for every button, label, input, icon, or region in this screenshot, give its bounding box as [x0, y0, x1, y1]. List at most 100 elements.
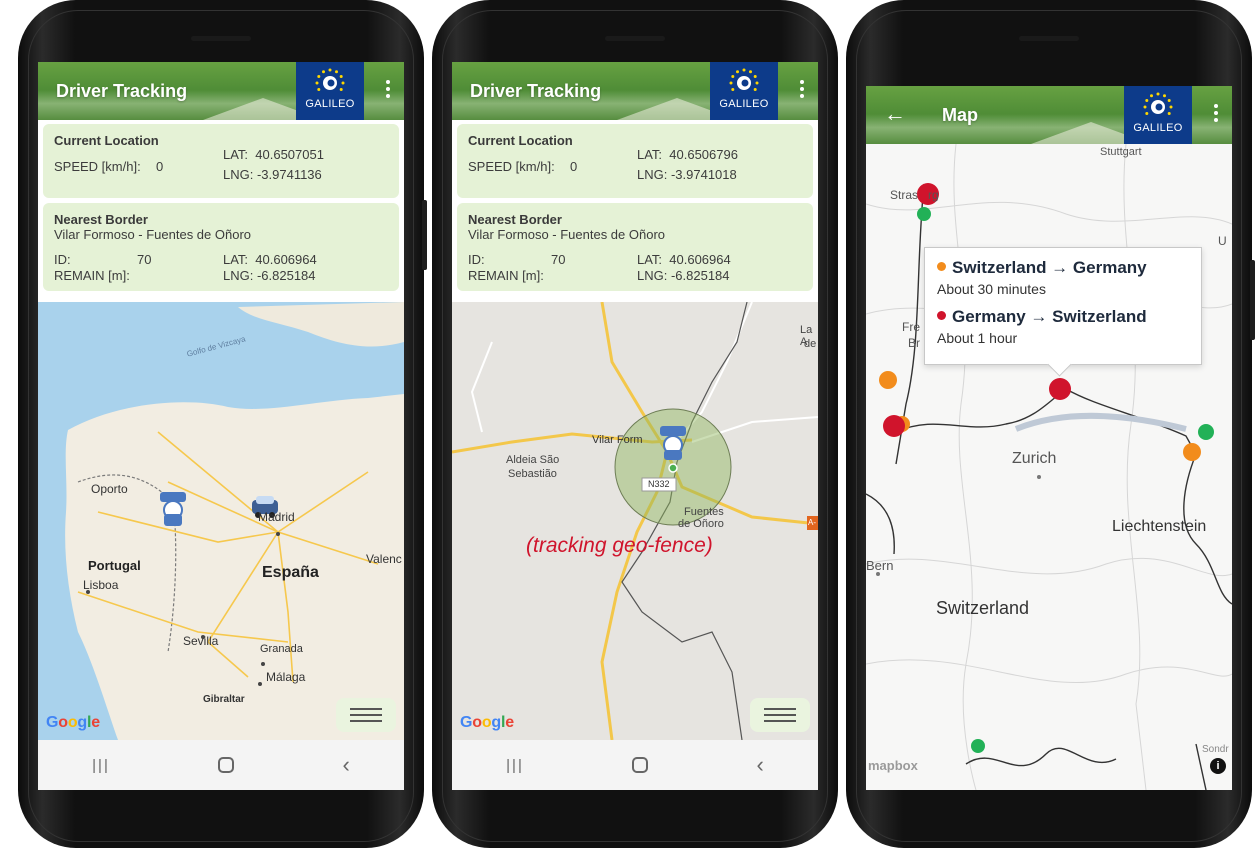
fuentes-label-line1: Fuentes — [684, 506, 724, 518]
remain-label: REMAIN [m]: — [468, 268, 544, 283]
recent-apps-icon[interactable]: ||| — [92, 757, 110, 774]
overflow-menu-icon[interactable] — [800, 80, 806, 101]
speed-value: 0 — [156, 159, 164, 174]
app-bar: Driver Tracking GALILEO — [452, 62, 818, 120]
crossing-marker-green — [917, 207, 931, 221]
phone-3: ← Map GALILEO Stuttgart Stras rg U Fre B… — [846, 0, 1255, 848]
home-icon[interactable] — [632, 757, 649, 773]
phone-1: Driver Tracking GALILEO Current Location… — [18, 0, 427, 848]
lisboa-label: Lisboa — [83, 578, 119, 592]
galileo-logo: GALILEO — [1124, 86, 1192, 144]
app-bar: ← Map GALILEO — [866, 86, 1232, 144]
power-button — [422, 200, 427, 270]
galileo-wordmark: GALILEO — [719, 98, 769, 110]
malaga-label: Málaga — [266, 670, 306, 684]
map-layers-button[interactable] — [336, 698, 396, 732]
longitude-value: LNG: -3.9741018 — [637, 167, 737, 182]
border-id-label: ID: — [468, 252, 485, 267]
app-title: Map — [942, 105, 978, 125]
remain-label: REMAIN [m]: — [54, 268, 130, 283]
geofence-map[interactable]: Vilar Form Aldeia São Sebastião N332 Fue… — [452, 301, 818, 741]
route-ch-de-label: Switzerland → Germany — [952, 258, 1147, 277]
android-nav-bar: ||| ‹ — [452, 740, 818, 790]
border-name: Vilar Formoso - Fuentes de Oñoro — [54, 227, 252, 242]
phone-2: Driver Tracking GALILEO Current Location… — [432, 0, 838, 848]
power-button — [1250, 260, 1255, 340]
speed-label: SPEED [km/h]: — [468, 159, 555, 174]
google-logo: Google — [46, 714, 100, 731]
border-latitude: LAT: 40.606964 — [637, 252, 731, 267]
fuentes-label-line2: de Oñoro — [678, 518, 724, 530]
sondrio-label: Sondr — [1202, 744, 1229, 755]
galileo-wordmark: GALILEO — [305, 98, 355, 110]
back-arrow-icon[interactable]: ← — [884, 101, 906, 127]
recent-apps-icon[interactable]: ||| — [506, 757, 524, 774]
google-logo: Google — [460, 714, 514, 731]
gibraltar-label: Gibraltar — [203, 694, 245, 705]
app-bar: Driver Tracking GALILEO — [38, 62, 404, 120]
nearest-border-heading: Nearest Border — [468, 212, 562, 227]
border-crossings-map[interactable]: Stuttgart Stras rg U Fre Br Zurich Liech… — [866, 143, 1232, 790]
app-title: Driver Tracking — [470, 81, 602, 101]
galileo-wordmark: GALILEO — [1133, 122, 1183, 134]
valencia-label: Valenc — [366, 552, 402, 566]
orange-dot-icon — [937, 262, 946, 271]
screen-driver-tracking-1: Driver Tracking GALILEO Current Location… — [38, 62, 404, 790]
galileo-emblem-icon — [315, 68, 345, 91]
galileo-emblem-icon — [729, 68, 759, 91]
oporto-label: Oporto — [91, 482, 128, 496]
highway-shield: A- — [808, 518, 816, 527]
geofence-map-graphic — [452, 301, 818, 741]
ulm-label: U — [1218, 234, 1227, 248]
screen-border-map: ← Map GALILEO Stuttgart Stras rg U Fre B… — [866, 86, 1232, 790]
portugal-label: Portugal — [88, 558, 141, 573]
border-id-value: 70 — [551, 252, 566, 267]
strasbourg-label: Stras rg — [890, 188, 939, 202]
current-location-card: Current Location SPEED [km/h]: 0 LAT: 40… — [457, 124, 813, 198]
border-name: Vilar Formoso - Fuentes de Oñoro — [468, 227, 666, 242]
liechtenstein-label: Liechtenstein — [1112, 518, 1207, 535]
granada-label: Granada — [260, 643, 303, 655]
speaker-grille — [191, 36, 251, 41]
iberia-map[interactable]: Golfo de Vizcaya Oporto Madrid Portugal … — [38, 302, 404, 740]
zurich-label: Zurich — [1012, 450, 1057, 467]
latitude-value: LAT: 40.6506796 — [637, 147, 738, 162]
border-latitude: LAT: 40.606964 — [223, 252, 317, 267]
current-location-heading: Current Location — [468, 133, 573, 148]
overflow-menu-icon[interactable] — [1214, 104, 1220, 125]
route-de-ch-label: Germany → Switzerland — [952, 307, 1147, 326]
attribution-info-icon[interactable]: i — [1210, 758, 1226, 774]
speaker-grille — [605, 36, 665, 41]
crossing-marker-orange — [1183, 443, 1201, 461]
vilar-formoso-label: Vilar Form — [592, 434, 643, 446]
galileo-emblem-icon — [1143, 92, 1173, 115]
border-id-label: ID: — [54, 252, 71, 267]
map-layers-button[interactable] — [750, 698, 810, 732]
madrid-label: Madrid — [258, 510, 295, 524]
crossing-time-popup: Switzerland → Germany About 30 minutes G… — [924, 247, 1202, 365]
back-icon[interactable]: ‹ — [342, 752, 349, 778]
back-icon[interactable]: ‹ — [756, 752, 763, 778]
home-icon[interactable] — [218, 757, 235, 773]
android-nav-bar: ||| ‹ — [38, 740, 404, 790]
geofence-caption: (tracking geo-fence) — [526, 534, 713, 557]
route-de-ch-time: About 1 hour — [937, 330, 1018, 346]
iberia-map-graphic — [38, 302, 404, 740]
nearest-border-heading: Nearest Border — [54, 212, 148, 227]
crossing-marker-red — [883, 415, 905, 437]
n332-road-label: N332 — [648, 479, 670, 489]
espana-label: España — [262, 564, 319, 581]
crossing-marker-green — [1198, 424, 1214, 440]
sevilla-label: Sevilla — [183, 634, 219, 648]
overflow-menu-icon[interactable] — [386, 80, 392, 101]
aldeia-label-line2: Sebastião — [508, 468, 557, 480]
current-location-card: Current Location SPEED [km/h]: 0 LAT: 40… — [43, 124, 399, 198]
latitude-value: LAT: 40.6507051 — [223, 147, 324, 162]
freiburg-label-line1: Fre — [902, 320, 920, 334]
speed-value: 0 — [570, 159, 578, 174]
nearest-border-card: Nearest Border Vilar Formoso - Fuentes d… — [457, 203, 813, 291]
screen-driver-tracking-2: Driver Tracking GALILEO Current Location… — [452, 62, 818, 790]
crossing-marker-red-selected — [1049, 378, 1071, 400]
galileo-logo: GALILEO — [710, 62, 778, 120]
border-id-value: 70 — [137, 252, 152, 267]
